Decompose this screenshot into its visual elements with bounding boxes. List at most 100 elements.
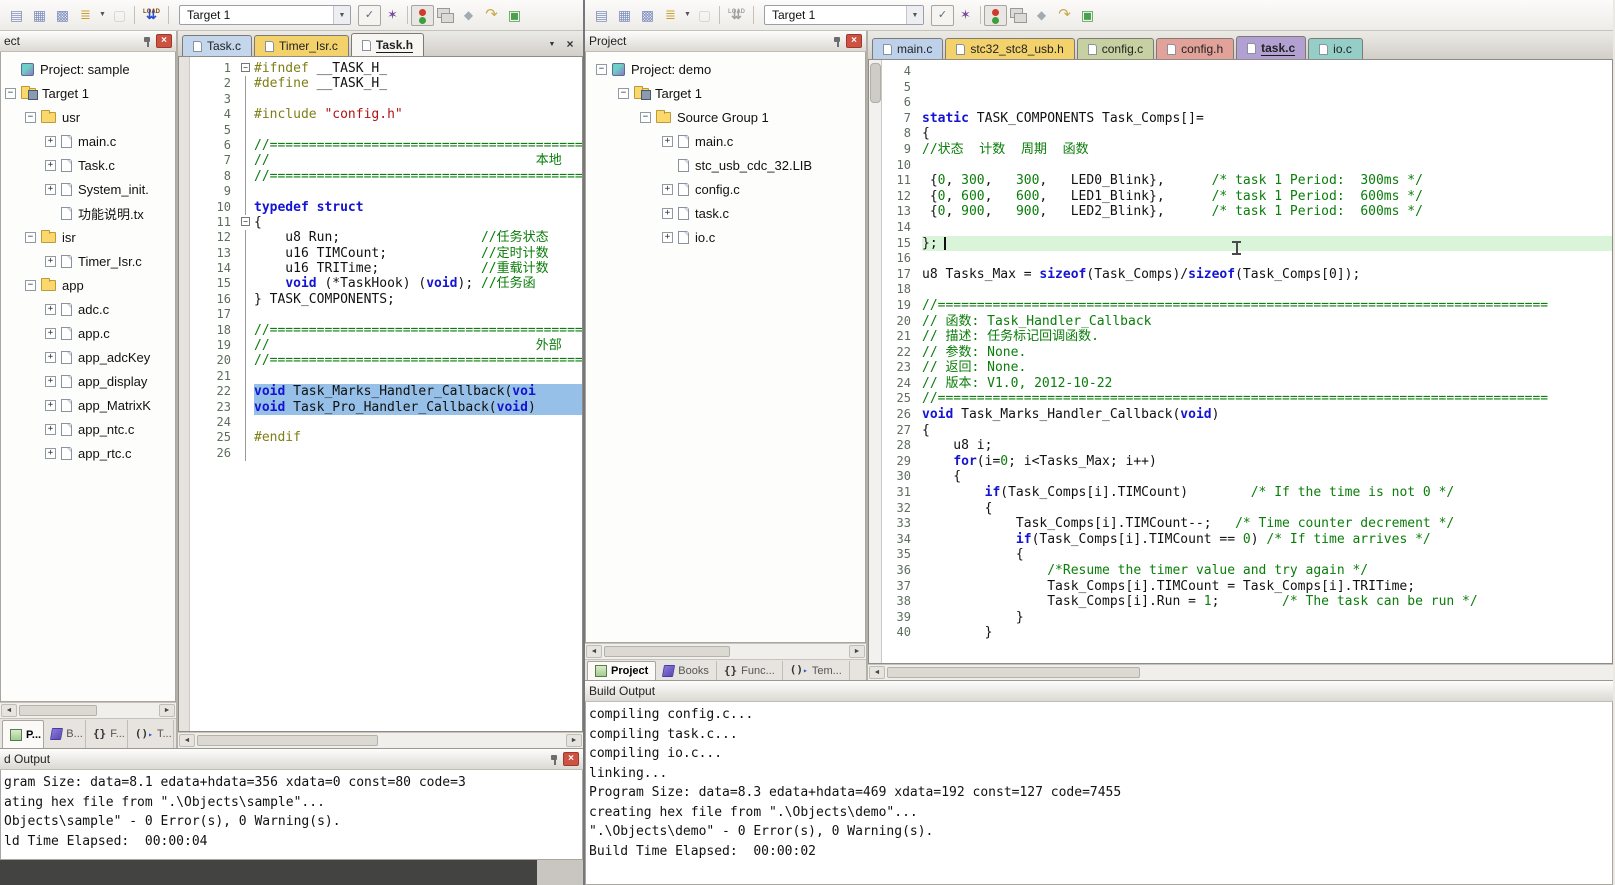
- panel-tab-books[interactable]: Books: [656, 661, 717, 680]
- code-line[interactable]: 14 u16 TRITime; //重载计数: [190, 261, 582, 276]
- code-line[interactable]: 20//====================================…: [190, 353, 582, 368]
- horizontal-scrollbar[interactable]: ◄ ►: [585, 643, 866, 659]
- diamond-icon[interactable]: ◆: [1030, 5, 1053, 26]
- tab-io.c[interactable]: io.c: [1308, 38, 1363, 59]
- code-line[interactable]: 29 for(i=0; i<Tasks_Max; i++): [882, 454, 1612, 470]
- tree-item-app_matrixk[interactable]: +app_MatrixK: [1, 393, 175, 417]
- tree-item-main.c[interactable]: +main.c: [586, 129, 865, 153]
- code-line[interactable]: 24: [190, 415, 582, 430]
- vertical-scrollbar[interactable]: [869, 60, 882, 663]
- code-line[interactable]: 2#define __TASK_H_: [190, 76, 582, 91]
- scroll-left-icon[interactable]: ◄: [179, 734, 195, 747]
- scroll-left-icon[interactable]: ◄: [869, 666, 885, 679]
- code-line[interactable]: 5: [190, 123, 582, 138]
- code-line[interactable]: 37 Task_Comps[i].TIMCount = Task_Comps[i…: [882, 579, 1612, 595]
- code-line[interactable]: 38 Task_Comps[i].Run = 1; /* The task ca…: [882, 594, 1612, 610]
- scroll-right-icon[interactable]: ►: [566, 734, 582, 747]
- code-line[interactable]: 16: [882, 251, 1612, 267]
- collapse-icon[interactable]: −: [596, 64, 607, 75]
- collapse-icon[interactable]: −: [5, 88, 16, 99]
- undo-icon[interactable]: ↷: [1053, 5, 1076, 26]
- pin-icon[interactable]: [832, 35, 842, 48]
- code-line[interactable]: 17: [190, 307, 582, 322]
- horizontal-scrollbar[interactable]: ◄ ►: [178, 732, 583, 748]
- code-line[interactable]: 6//=====================================…: [190, 138, 582, 153]
- tab-config.h[interactable]: config.h: [1156, 38, 1234, 59]
- expand-icon[interactable]: +: [45, 448, 56, 459]
- code-line[interactable]: 9: [190, 184, 582, 199]
- tree-item-adc.c[interactable]: +adc.c: [1, 297, 175, 321]
- tab-main.c[interactable]: main.c: [872, 38, 943, 59]
- tree-item-app_display[interactable]: +app_display: [1, 369, 175, 393]
- tree-item-usr[interactable]: −usr: [1, 105, 175, 129]
- diamond-icon[interactable]: ◆: [457, 5, 480, 26]
- tree-item-isr[interactable]: −isr: [1, 225, 175, 249]
- code-line[interactable]: 4#include "config.h": [190, 107, 582, 122]
- close-icon[interactable]: ×: [846, 34, 862, 48]
- expand-icon[interactable]: +: [662, 184, 673, 195]
- expand-icon[interactable]: +: [45, 256, 56, 267]
- expand-icon[interactable]: +: [45, 304, 56, 315]
- code-line[interactable]: 7// 本地: [190, 153, 582, 168]
- code-line[interactable]: 21: [190, 369, 582, 384]
- tree-item-timer_isr.c[interactable]: +Timer_Isr.c: [1, 249, 175, 273]
- expand-icon[interactable]: +: [45, 400, 56, 411]
- code-line[interactable]: 36 /*Resume the timer value and try agai…: [882, 563, 1612, 579]
- scroll-right-icon[interactable]: ►: [159, 704, 175, 717]
- expand-icon[interactable]: +: [662, 208, 673, 219]
- tree-item-system_init.[interactable]: +System_init.: [1, 177, 175, 201]
- tab-close-icon[interactable]: ×: [562, 37, 578, 53]
- horizontal-scrollbar[interactable]: ◄: [868, 664, 1613, 680]
- tree-item-config.c[interactable]: +config.c: [586, 177, 865, 201]
- scroll-thumb[interactable]: [19, 705, 97, 716]
- panel-tab-b[interactable]: B...: [44, 720, 86, 748]
- code-line[interactable]: 39 }: [882, 610, 1612, 626]
- code-line[interactable]: 9//状态 计数 周期 函数: [882, 142, 1612, 158]
- code-line[interactable]: 12 u8 Run; //任务状态: [190, 230, 582, 245]
- code-line[interactable]: 26: [190, 446, 582, 461]
- code-line[interactable]: 40 }: [882, 625, 1612, 641]
- code-line[interactable]: 6: [882, 95, 1612, 111]
- code-line[interactable]: 22void Task_Marks_Handler_Callback(voi: [190, 384, 582, 399]
- target-selector[interactable]: Target 1 ▼: [179, 5, 351, 25]
- tab-timer_isr.c[interactable]: Timer_Isr.c: [254, 35, 349, 56]
- tree-item-target-1[interactable]: −Target 1: [586, 81, 865, 105]
- fold-collapse-icon[interactable]: −: [241, 217, 250, 226]
- translate-icon[interactable]: ▤: [5, 5, 28, 26]
- rebuild-icon[interactable]: ▩: [636, 5, 659, 26]
- code-line[interactable]: 10: [882, 158, 1612, 174]
- undo-icon[interactable]: ↷: [480, 5, 503, 26]
- expand-icon[interactable]: +: [662, 232, 673, 243]
- collapse-icon[interactable]: −: [25, 232, 36, 243]
- code-line[interactable]: 19// 外部: [190, 338, 582, 353]
- code-line[interactable]: 10typedef struct: [190, 200, 582, 215]
- windows-icon[interactable]: [434, 5, 457, 26]
- code-line[interactable]: 14: [882, 220, 1612, 236]
- horizontal-scrollbar[interactable]: ◄ ►: [0, 702, 176, 718]
- code-area[interactable]: 4567static TASK_COMPONENTS Task_Comps[]=…: [882, 60, 1612, 663]
- pin-icon[interactable]: [142, 35, 152, 48]
- code-line[interactable]: 7static TASK_COMPONENTS Task_Comps[]=: [882, 111, 1612, 127]
- code-line[interactable]: 25//====================================…: [882, 391, 1612, 407]
- code-line[interactable]: 27{: [882, 423, 1612, 439]
- tab-list-dropdown-icon[interactable]: ▼: [544, 37, 560, 53]
- code-line[interactable]: 28 u8 i;: [882, 438, 1612, 454]
- code-line[interactable]: 8//=====================================…: [190, 169, 582, 184]
- code-line[interactable]: 15 void (*TaskHook) (void); //任务函: [190, 276, 582, 291]
- scroll-thumb[interactable]: [604, 646, 730, 657]
- code-line[interactable]: 17u8 Tasks_Max = sizeof(Task_Comps)/size…: [882, 267, 1612, 283]
- panel-tab-func[interactable]: {}Func...: [717, 661, 783, 680]
- pin-icon[interactable]: [549, 753, 559, 766]
- wand-icon[interactable]: ✶: [954, 5, 977, 26]
- pack-icon[interactable]: ▣: [503, 5, 526, 26]
- stop-icon[interactable]: ▢: [693, 5, 716, 26]
- tree-item-source-group-1[interactable]: −Source Group 1: [586, 105, 865, 129]
- tree-item-app_adckey[interactable]: +app_adcKey: [1, 345, 175, 369]
- code-area[interactable]: 1−#ifndef __TASK_H_2#define __TASK_H_34#…: [190, 57, 582, 731]
- code-line[interactable]: 21// 描述: 任务标记回调函数.: [882, 329, 1612, 345]
- panel-tab-project[interactable]: Project: [587, 661, 656, 680]
- collapse-icon[interactable]: −: [25, 280, 36, 291]
- code-line[interactable]: 3: [190, 92, 582, 107]
- pack-icon[interactable]: ▣: [1076, 5, 1099, 26]
- panel-tab-p[interactable]: P...: [2, 720, 44, 748]
